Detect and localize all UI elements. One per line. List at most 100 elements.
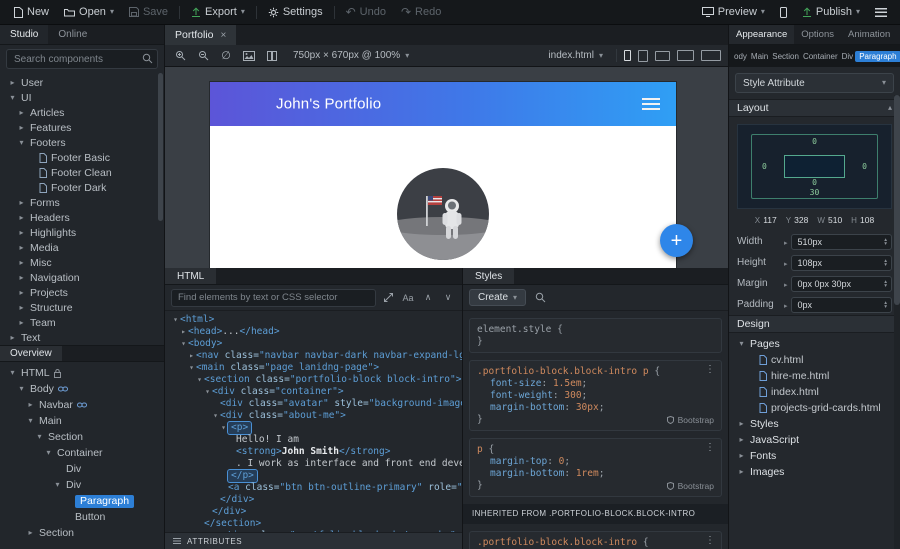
- code-caret-icon[interactable]: ▾: [203, 388, 212, 396]
- element-style-rule[interactable]: element.style }: [469, 318, 722, 353]
- css-rule-block-intro-p[interactable]: ⋮ .portfolio-block.block-intro p font-si…: [469, 360, 722, 431]
- search-styles-icon[interactable]: [531, 289, 549, 307]
- code-line[interactable]: </div>: [165, 506, 462, 518]
- overview-tab[interactable]: Overview: [0, 346, 62, 361]
- tree-caret-icon[interactable]: ▸: [17, 108, 26, 117]
- undo-button[interactable]: ↶ Undo: [339, 0, 393, 25]
- page-intro-section[interactable]: [210, 126, 676, 260]
- stepper[interactable]: [884, 259, 887, 267]
- breadcrumb-item[interactable]: ody: [732, 51, 749, 62]
- right-scrollbar-thumb[interactable]: [894, 95, 900, 305]
- export-button[interactable]: Export ▾: [184, 0, 252, 25]
- find-elements-input[interactable]: [171, 288, 376, 307]
- design-tree-item[interactable]: index.html: [729, 384, 900, 400]
- tree-caret-icon[interactable]: ▾: [35, 433, 44, 441]
- search-input[interactable]: [6, 49, 158, 69]
- code-line[interactable]: ▾ <section class= "portfolio-block block-…: [165, 374, 462, 386]
- code-line[interactable]: ▸ <nav class= "navbar navbar-dark navbar-…: [165, 350, 462, 362]
- tree-caret-icon[interactable]: ▸: [8, 333, 17, 342]
- page-preview[interactable]: John's Portfolio: [210, 82, 676, 268]
- code-line[interactable]: <a class= "btn btn-outline-primary" role=…: [165, 482, 462, 494]
- tree-caret-icon[interactable]: ▸: [737, 468, 746, 476]
- tree-caret-icon[interactable]: ▸: [17, 273, 26, 282]
- component-tree-item[interactable]: Footer Dark: [0, 180, 164, 195]
- overview-tree-item[interactable]: ▸ Navbar: [0, 397, 164, 413]
- overview-tree-item[interactable]: ▾ Container: [0, 445, 164, 461]
- rule-menu-icon[interactable]: ⋮: [705, 365, 715, 375]
- component-tree-item[interactable]: ▸ Highlights: [0, 225, 164, 240]
- zoom-in-button[interactable]: [172, 48, 188, 64]
- zoom-out-button[interactable]: [195, 48, 211, 64]
- component-tree-item[interactable]: ▸ Features: [0, 120, 164, 135]
- tree-caret-icon[interactable]: ▸: [17, 228, 26, 237]
- style-attribute-select[interactable]: Style Attribute ▾: [735, 73, 894, 93]
- code-line[interactable]: </p>: [165, 470, 462, 482]
- tree-caret-icon[interactable]: ▸: [737, 420, 746, 428]
- overview-tree-item[interactable]: Div: [0, 461, 164, 477]
- design-tree-item[interactable]: ▸ Fonts: [729, 448, 900, 464]
- save-button[interactable]: Save: [122, 0, 175, 25]
- device-phone-icon[interactable]: [624, 50, 631, 61]
- component-tree-item[interactable]: ▸ Navigation: [0, 270, 164, 285]
- tree-caret-icon[interactable]: ▾: [737, 340, 746, 348]
- rule-menu-icon[interactable]: ⋮: [705, 536, 715, 546]
- code-caret-icon[interactable]: ▾: [187, 364, 196, 372]
- design-section-header[interactable]: Design: [729, 315, 900, 333]
- component-tree-item[interactable]: ▸ Articles: [0, 105, 164, 120]
- code-caret-icon[interactable]: ▾: [195, 376, 204, 384]
- code-caret-icon[interactable]: ▾: [179, 340, 188, 348]
- zoom-reset-button[interactable]: ∅: [218, 48, 234, 64]
- css-property[interactable]: font-weight300: [477, 390, 714, 402]
- attributes-bar[interactable]: ATTRIBUTES: [165, 532, 462, 549]
- css-rule-block-intro[interactable]: ⋮ .portfolio-block.block-intro text-alig…: [469, 531, 722, 549]
- design-tree-item[interactable]: ▸ JavaScript: [729, 432, 900, 448]
- main-menu-button[interactable]: [868, 0, 894, 25]
- css-property[interactable]: margin-bottom30px: [477, 402, 714, 414]
- redo-button[interactable]: ↷ Redo: [394, 0, 448, 25]
- breadcrumb-item[interactable]: Container: [801, 51, 840, 62]
- overview-tree-item[interactable]: ▾ Main: [0, 413, 164, 429]
- open-file-select[interactable]: index.html ▾: [542, 48, 609, 63]
- design-tree-item[interactable]: ▸ Styles: [729, 416, 900, 432]
- component-tree-item[interactable]: ▸ Team: [0, 315, 164, 330]
- page-brand[interactable]: John's Portfolio: [276, 96, 381, 113]
- code-caret-icon[interactable]: ▸: [187, 352, 196, 360]
- component-tree-item[interactable]: ▸ Misc: [0, 255, 164, 270]
- page-size-select[interactable]: 750px × 670px @ 100% ▾: [287, 48, 415, 63]
- match-case-icon[interactable]: Aa: [400, 290, 416, 306]
- code-line[interactable]: ▸ <head>... </head>: [165, 326, 462, 338]
- dimension-input[interactable]: 0px 0px 30px: [790, 275, 892, 292]
- component-tree-item[interactable]: ▾ Footers: [0, 135, 164, 150]
- code-caret-icon[interactable]: ▾: [171, 316, 180, 324]
- tab-html[interactable]: HTML: [165, 268, 217, 284]
- css-rule-p[interactable]: ⋮ p margin-top0 margin-bo: [469, 438, 722, 497]
- overview-tree-item[interactable]: ▾ Body: [0, 381, 164, 397]
- properties-tab[interactable]: Options: [794, 25, 841, 44]
- breadcrumb-item[interactable]: Paragraph: [855, 50, 900, 62]
- overview-tree-item[interactable]: ▾ Div: [0, 477, 164, 493]
- code-line[interactable]: <div class= "avatar" style= "background-im…: [165, 398, 462, 410]
- code-line[interactable]: Hello! I am: [165, 434, 462, 446]
- design-tree-item[interactable]: ▸ Images: [729, 464, 900, 480]
- tree-caret-icon[interactable]: ▸: [26, 529, 35, 537]
- component-tree-item[interactable]: ▸ Text: [0, 330, 164, 345]
- code-line[interactable]: ▾ <html>: [165, 314, 462, 326]
- chevron-right-icon[interactable]: [784, 257, 788, 269]
- tree-caret-icon[interactable]: ▸: [17, 213, 26, 222]
- code-line[interactable]: ▾ <p>: [165, 422, 462, 434]
- component-tree-item[interactable]: Footer Clean: [0, 165, 164, 180]
- chevron-right-icon[interactable]: [784, 278, 788, 290]
- code-line[interactable]: ▾ <div class= "container" >: [165, 386, 462, 398]
- overview-tree-item[interactable]: Paragraph: [0, 493, 164, 509]
- component-tree-item[interactable]: ▸ Forms: [0, 195, 164, 210]
- breadcrumb-item[interactable]: Section: [770, 51, 801, 62]
- tree-caret-icon[interactable]: ▾: [44, 449, 53, 457]
- add-element-button[interactable]: +: [660, 224, 693, 257]
- tree-caret-icon[interactable]: ▸: [17, 288, 26, 297]
- tree-caret-icon[interactable]: ▸: [8, 78, 17, 87]
- close-icon[interactable]: ×: [221, 30, 227, 41]
- component-tree-item[interactable]: ▸ Structure: [0, 300, 164, 315]
- overview-tree-item[interactable]: ▾ Section: [0, 429, 164, 445]
- tree-caret-icon[interactable]: ▾: [53, 481, 62, 489]
- tree-caret-icon[interactable]: ▸: [17, 243, 26, 252]
